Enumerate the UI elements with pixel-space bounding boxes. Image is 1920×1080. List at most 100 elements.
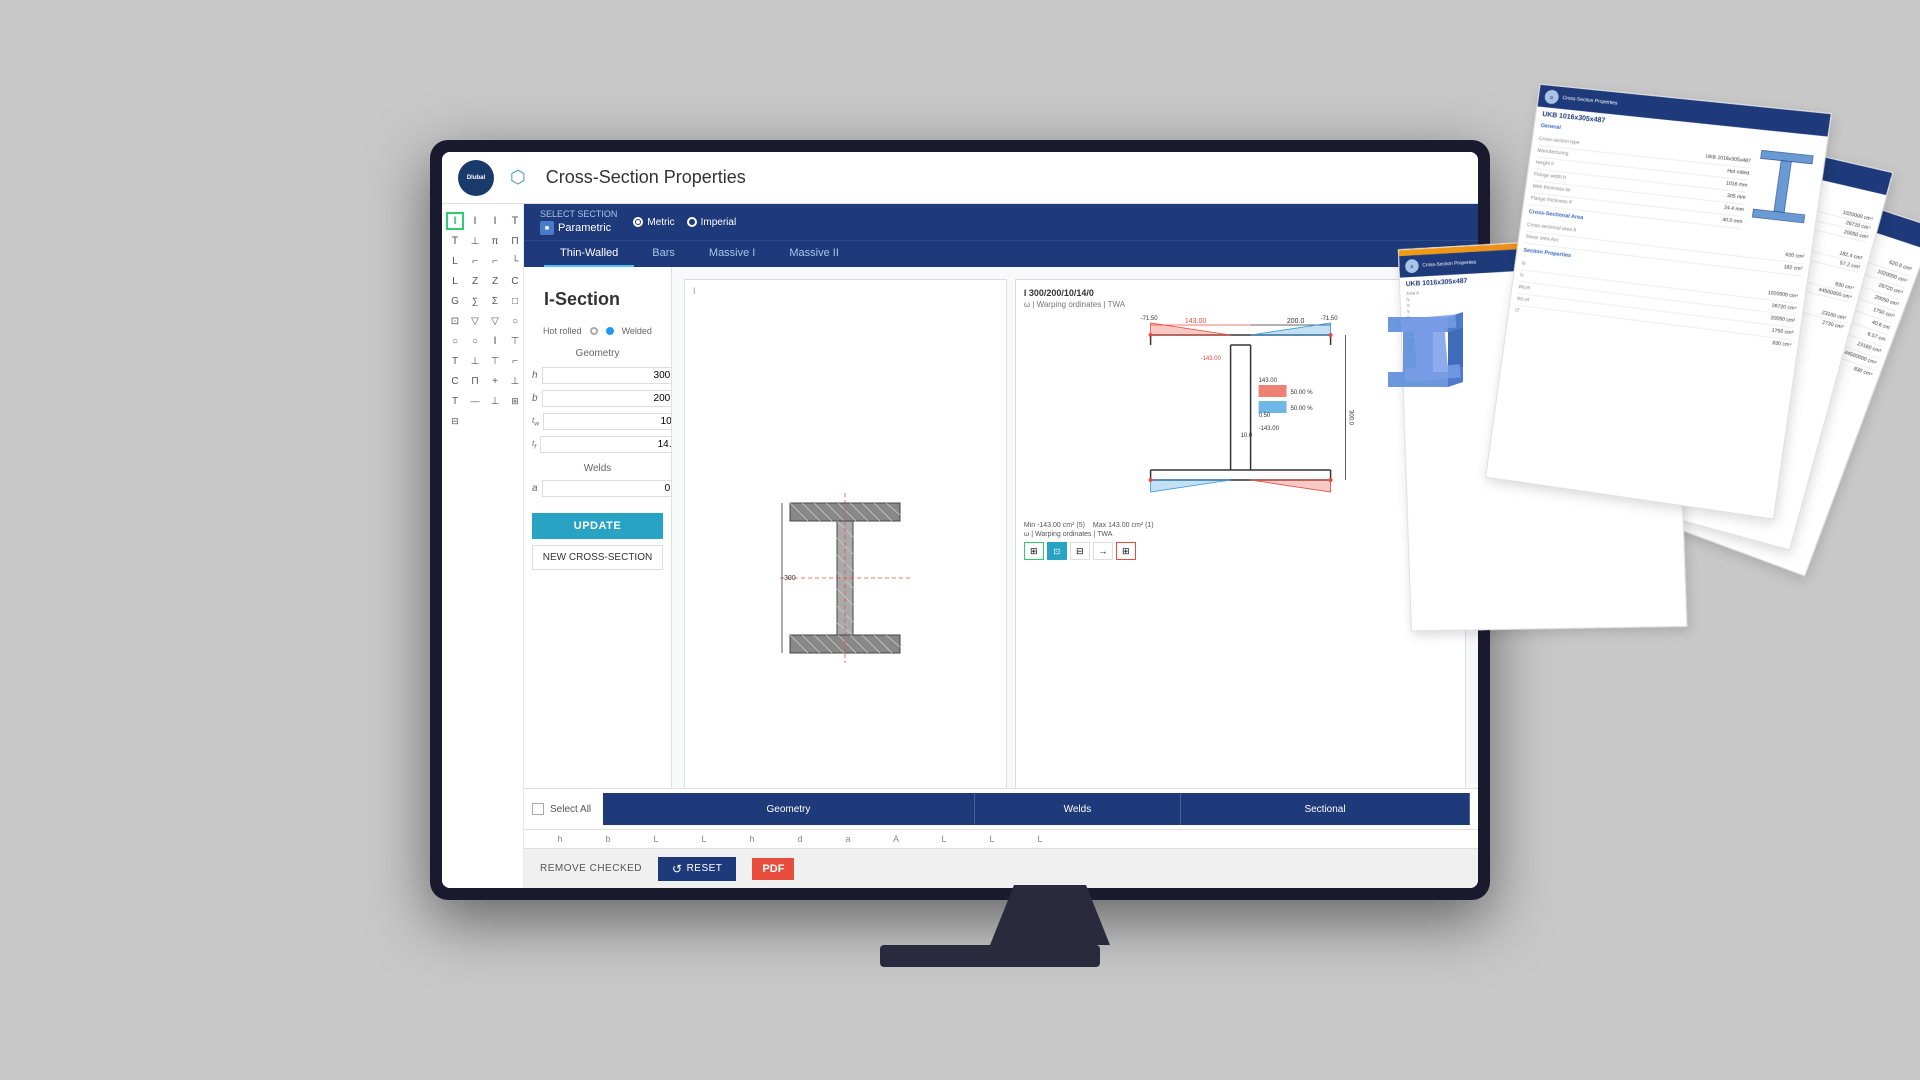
section-icon-7[interactable]: П — [506, 232, 524, 250]
col-l3: L — [924, 834, 964, 844]
section-icon-36[interactable]: T — [446, 392, 464, 410]
section-icon-39[interactable]: ⊞ — [506, 392, 524, 410]
section-icon-32[interactable]: C — [446, 372, 464, 390]
section-icon-3[interactable]: T — [506, 212, 524, 230]
section-icon-29[interactable]: ⊥ — [466, 352, 484, 370]
tab-bars[interactable]: Bars — [636, 241, 691, 267]
hot-rolled-label: Hot rolled — [543, 326, 582, 336]
section-icon-10[interactable]: ⌐ — [486, 252, 504, 270]
param-a-input[interactable] — [542, 480, 672, 497]
update-button[interactable]: UPDATE — [532, 513, 663, 539]
section-icon-8[interactable]: L — [446, 252, 464, 270]
section-icon-4[interactable]: T — [446, 232, 464, 250]
i-section-drawing-box: I — [684, 279, 1007, 876]
reset-label: RESET — [687, 863, 723, 874]
icon-panel: I I I T T ⊥ π П L ⌐ ⌐ └ L Z Z — [442, 204, 524, 888]
app-header: Dlubal ⬡ Cross-Section Properties — [442, 152, 1478, 204]
section-icon-9[interactable]: ⌐ — [466, 252, 484, 270]
tab-massive-i[interactable]: Massive I — [693, 241, 771, 267]
col-h: h — [540, 834, 580, 844]
section-icon-i[interactable]: I — [446, 212, 464, 230]
actions-bar: REMOVE CHECKED ↺ RESET PDF — [524, 848, 1478, 888]
section-icon-19[interactable]: □ — [506, 292, 524, 310]
svg-text:143.00: 143.00 — [1258, 378, 1277, 384]
bottom-section: Select All Geometry Welds Sectional — [524, 788, 1478, 888]
section-type-label[interactable]: Parametric — [558, 222, 611, 234]
section-icon-35[interactable]: ⊥ — [506, 372, 524, 390]
section-icon-11[interactable]: └ — [506, 252, 524, 270]
param-tf-input[interactable] — [540, 436, 672, 453]
warp-icon-1[interactable]: ⊞ — [1024, 542, 1044, 560]
warp-min: -143.00 — [1037, 522, 1061, 529]
imperial-radio[interactable]: Imperial — [687, 217, 737, 228]
param-h: h mm — [532, 367, 663, 384]
section-icon-23[interactable]: ○ — [506, 312, 524, 330]
imperial-radio-dot — [687, 217, 697, 227]
section-icon-5[interactable]: ⊥ — [466, 232, 484, 250]
pdf-button[interactable]: PDF — [752, 858, 794, 880]
warp-icon-5[interactable]: ⊞ — [1116, 542, 1136, 560]
welded-dot[interactable] — [606, 327, 614, 335]
param-b-input[interactable] — [542, 390, 672, 407]
reset-button[interactable]: ↺ RESET — [658, 857, 736, 881]
param-tw: tw mm — [532, 413, 663, 430]
section-icon-12[interactable]: L — [446, 272, 464, 290]
tab-welds[interactable]: Welds — [975, 793, 1181, 825]
section-icon-14[interactable]: Z — [486, 272, 504, 290]
param-a: a mm — [532, 480, 663, 497]
geometry-label: Geometry — [532, 348, 663, 359]
param-h-input[interactable] — [542, 367, 672, 384]
section-icon-13[interactable]: Z — [466, 272, 484, 290]
col-b: b — [588, 834, 628, 844]
param-tw-input[interactable] — [543, 413, 672, 430]
new-section-button[interactable]: NEW CROSS-SECTION — [532, 545, 663, 570]
section-icon-18[interactable]: Σ — [486, 292, 504, 310]
svg-text:-71.50: -71.50 — [1320, 316, 1338, 322]
svg-text:0.50: 0.50 — [1258, 413, 1270, 419]
param-tf-label: tf — [532, 439, 536, 451]
section-icon-28[interactable]: T — [446, 352, 464, 370]
reset-icon: ↺ — [672, 862, 683, 876]
warping-footnote: ω | Warping ordinates | TWA — [1024, 531, 1457, 538]
svg-text:300: 300 — [784, 575, 796, 582]
tab-geometry[interactable]: Geometry — [603, 793, 975, 825]
col-l2: L — [684, 834, 724, 844]
section-icon-20[interactable]: ⊡ — [446, 312, 464, 330]
section-icon-16[interactable]: G — [446, 292, 464, 310]
section-icon-33[interactable]: П — [466, 372, 484, 390]
section-icon-38[interactable]: ⊥ — [486, 392, 504, 410]
report-header-title-2: Cross-Section Properties — [1644, 125, 1700, 144]
warp-icon-4[interactable]: → — [1093, 542, 1113, 560]
radio-group: Metric Imperial — [633, 217, 736, 228]
hot-rolled-dot[interactable] — [590, 327, 598, 335]
section-icon-26[interactable]: I — [486, 332, 504, 350]
section-icon-24[interactable]: ○ — [446, 332, 464, 350]
section-icon-15[interactable]: C — [506, 272, 524, 290]
tab-thin-walled[interactable]: Thin-Walled — [544, 241, 634, 267]
metric-radio[interactable]: Metric — [633, 217, 674, 228]
tab-sectional-area[interactable]: Sectional — [1181, 793, 1470, 825]
section-icon-21[interactable]: ▽ — [466, 312, 484, 330]
section-icon-17[interactable]: ∑ — [466, 292, 484, 310]
section-icon-31[interactable]: ⌐ — [506, 352, 524, 370]
tab-massive-ii[interactable]: Massive II — [773, 241, 855, 267]
svg-text:-143.00: -143.00 — [1258, 426, 1279, 432]
report-logo-1: D — [1544, 89, 1560, 104]
section-icon-34[interactable]: + — [486, 372, 504, 390]
section-icon-37[interactable]: — — [466, 392, 484, 410]
section-icon-2[interactable]: I — [486, 212, 504, 230]
i-section-svg: 300 — [780, 488, 910, 668]
section-icon-27[interactable]: ⊤ — [506, 332, 524, 350]
col-h2: h — [732, 834, 772, 844]
section-icon-30[interactable]: ⊤ — [486, 352, 504, 370]
section-icon-22[interactable]: ▽ — [486, 312, 504, 330]
remove-checked-button[interactable]: REMOVE CHECKED — [540, 863, 642, 874]
select-all-checkbox[interactable] — [532, 803, 544, 815]
section-icon-6[interactable]: π — [486, 232, 504, 250]
warp-icon-3[interactable]: ⊟ — [1070, 542, 1090, 560]
warp-icon-2[interactable]: ⊡ — [1047, 542, 1067, 560]
section-icon-40[interactable]: ⊟ — [446, 412, 464, 430]
section-icon-1[interactable]: I — [466, 212, 484, 230]
content-area: I-Section Hot rolled Welded Geometry h — [524, 267, 1478, 888]
section-icon-25[interactable]: ○ — [466, 332, 484, 350]
